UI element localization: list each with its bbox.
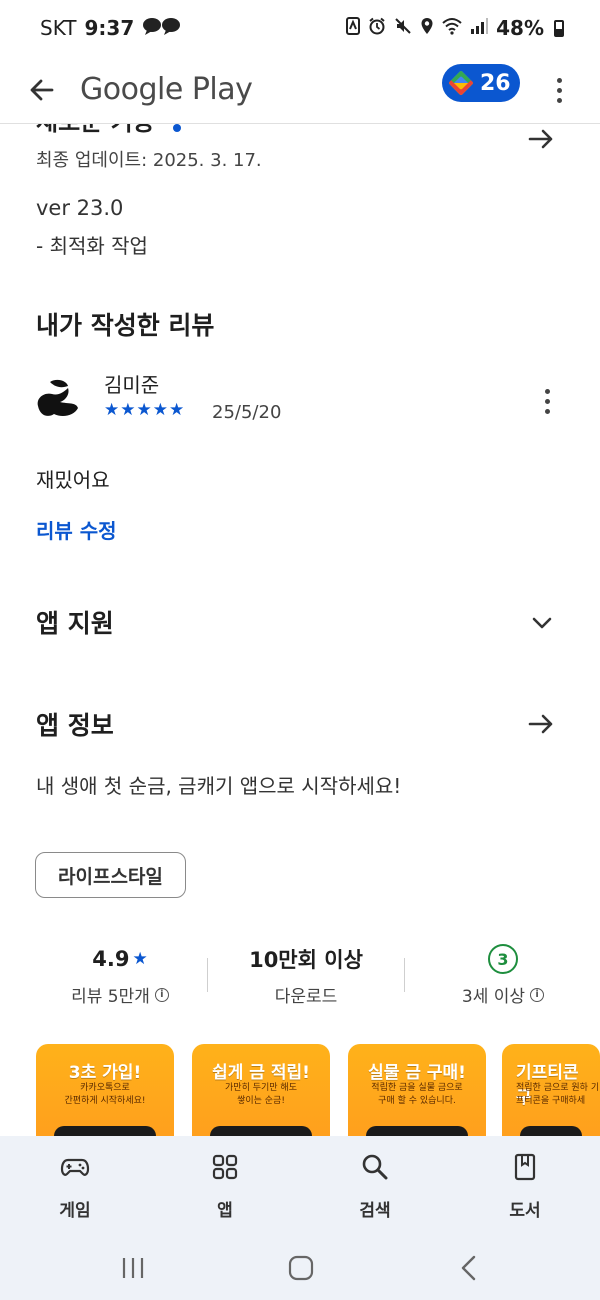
review-more-button[interactable] bbox=[540, 386, 554, 416]
info-icon: i bbox=[530, 987, 545, 1002]
system-navigation-bar bbox=[0, 1236, 600, 1300]
rating-value: 4.9 bbox=[92, 947, 130, 971]
battery-icon bbox=[554, 19, 564, 37]
location-icon bbox=[420, 16, 434, 40]
star-icon: ★ bbox=[169, 400, 185, 420]
screenshot[interactable]: 실물 금 구매! 적립한 금을 실물 금으로 구매 할 수 있습니다. bbox=[348, 1044, 486, 1136]
app-info-title[interactable]: 앱 정보 bbox=[36, 706, 114, 742]
status-left: SKT 9:37 bbox=[40, 16, 182, 41]
battery-percent: 48% bbox=[496, 16, 544, 40]
category-chip[interactable]: 라이프스타일 bbox=[35, 852, 186, 898]
screenshot[interactable]: 3초 가입! 카카오톡으로 간편하게 시작하세요! bbox=[36, 1044, 174, 1136]
avatar bbox=[37, 379, 78, 416]
release-note: - 최적화 작업 bbox=[36, 234, 148, 258]
star-icon: ★ bbox=[152, 400, 168, 420]
new-indicator-dot bbox=[173, 124, 181, 132]
app-stats: 4.9 ★ 리뷰 5만개 i 10만회 이상 다운로드 3 3세 이상 i bbox=[0, 942, 600, 1022]
screenshot-carousel[interactable]: 3초 가입! 카카오톡으로 간편하게 시작하세요! 쉽게 금 적립! 가만히 두… bbox=[36, 1044, 600, 1136]
screenshot-subtitle: 적립한 금을 실물 금으로 구매 할 수 있습니다. bbox=[371, 1083, 463, 1106]
last-updated: 최종 업데이트: 2025. 3. 17. bbox=[36, 150, 262, 171]
status-bar: SKT 9:37 48% bbox=[0, 0, 600, 56]
star-rating: ★ ★ ★ ★ ★ bbox=[104, 400, 184, 420]
phone-mockup bbox=[54, 1126, 156, 1136]
info-icon: i bbox=[154, 987, 169, 1002]
edit-review-link[interactable]: 리뷰 수정 bbox=[36, 515, 117, 544]
phone-mockup bbox=[366, 1126, 468, 1136]
screenshot-title: 실물 금 구매! bbox=[368, 1063, 466, 1083]
more-options-button[interactable] bbox=[546, 70, 572, 110]
carrier-label: SKT bbox=[40, 16, 77, 40]
content-rating-stat[interactable]: 3 3세 이상 i bbox=[413, 942, 593, 1007]
app-notification-icon bbox=[346, 16, 361, 40]
nav-label: 도서 bbox=[509, 1201, 541, 1221]
more-vert-icon bbox=[556, 77, 562, 83]
screenshot[interactable]: 쉽게 금 적립! 가만히 두기만 해도 쌓이는 순금! bbox=[192, 1044, 330, 1136]
nav-apps[interactable]: 앱 bbox=[150, 1136, 300, 1236]
status-right: 48% bbox=[346, 16, 564, 40]
downloads-value: 10만회 이상 bbox=[249, 948, 363, 972]
mute-icon bbox=[394, 16, 412, 40]
nav-games[interactable]: 게임 bbox=[0, 1136, 150, 1236]
search-icon bbox=[362, 1154, 388, 1180]
star-icon: ★ bbox=[132, 949, 148, 969]
app-support-title[interactable]: 앱 지원 bbox=[36, 604, 114, 640]
gamepad-icon bbox=[60, 1158, 90, 1176]
bottom-navigation: 게임 앱 검색 도서 bbox=[0, 1136, 600, 1236]
play-points-badge[interactable]: 26 bbox=[442, 64, 520, 102]
nav-label: 게임 bbox=[59, 1201, 91, 1221]
clock: 9:37 bbox=[84, 16, 135, 40]
play-points-count: 26 bbox=[480, 70, 511, 96]
app-title: Google Play bbox=[80, 72, 253, 107]
back-button[interactable] bbox=[22, 70, 62, 110]
arrow-forward-icon[interactable] bbox=[526, 709, 556, 739]
divider bbox=[404, 958, 405, 992]
book-icon bbox=[514, 1153, 536, 1181]
star-icon: ★ bbox=[104, 400, 120, 420]
downloads-label: 다운로드 bbox=[274, 987, 338, 1007]
whats-new-title: 새로운 기능 bbox=[36, 124, 155, 137]
review-date: 25/5/20 bbox=[212, 402, 282, 423]
age-rating-badge: 3 bbox=[488, 944, 518, 974]
rating-stat[interactable]: 4.9 ★ 리뷰 5만개 i bbox=[30, 942, 210, 1007]
phone-mockup bbox=[520, 1126, 582, 1136]
review-count: 리뷰 5만개 bbox=[71, 987, 150, 1007]
screenshot[interactable]: 기프티콘 구 적립한 금으로 원하 기프티콘을 구매하세 bbox=[502, 1044, 600, 1136]
top-app-bar: Google Play 26 bbox=[0, 56, 600, 124]
screenshot-subtitle: 카카오톡으로 간편하게 시작하세요! bbox=[64, 1083, 146, 1106]
downloads-stat: 10만회 이상 다운로드 bbox=[216, 942, 396, 1007]
reviewer-name: 김미준 bbox=[104, 373, 160, 397]
arrow-forward-icon[interactable] bbox=[526, 124, 556, 154]
recents-icon[interactable] bbox=[118, 1254, 148, 1282]
star-icon: ★ bbox=[120, 400, 136, 420]
divider bbox=[207, 958, 208, 992]
arrow-back-icon bbox=[30, 79, 54, 100]
signal-icon bbox=[470, 16, 489, 40]
nav-label: 앱 bbox=[217, 1201, 233, 1221]
chevron-down-icon[interactable] bbox=[528, 609, 556, 637]
app-description: 내 생애 첫 순금, 금캐기 앱으로 시작하세요! bbox=[36, 774, 402, 798]
my-review-title: 내가 작성한 리뷰 bbox=[36, 311, 215, 340]
screenshot-subtitle: 가만히 두기만 해도 쌓이는 순금! bbox=[225, 1083, 297, 1106]
home-icon[interactable] bbox=[286, 1254, 316, 1282]
screenshot-title: 3초 가입! bbox=[68, 1063, 142, 1083]
age-rating-label: 3세 이상 bbox=[461, 987, 526, 1007]
back-nav-icon[interactable] bbox=[454, 1254, 484, 1282]
review-text: 재밌어요 bbox=[36, 468, 110, 492]
screenshot-title: 쉽게 금 적립! bbox=[212, 1063, 310, 1083]
scroll-content[interactable]: 새로운 기능 최종 업데이트: 2025. 3. 17. ver 23.0 - … bbox=[0, 124, 600, 1136]
star-icon: ★ bbox=[136, 400, 152, 420]
version-label: ver 23.0 bbox=[36, 196, 124, 220]
nav-search[interactable]: 검색 bbox=[300, 1136, 450, 1236]
wifi-icon bbox=[442, 16, 462, 40]
screenshot-subtitle: 적립한 금으로 원하 기프티콘을 구매하세 bbox=[516, 1083, 600, 1106]
nav-books[interactable]: 도서 bbox=[450, 1136, 600, 1236]
alarm-icon bbox=[368, 16, 386, 40]
phone-mockup bbox=[210, 1126, 312, 1136]
apps-grid-icon bbox=[212, 1154, 238, 1180]
more-vert-icon bbox=[544, 388, 550, 394]
play-points-icon bbox=[448, 70, 474, 96]
chat-bubble-icon bbox=[142, 16, 182, 41]
nav-label: 검색 bbox=[359, 1201, 391, 1221]
